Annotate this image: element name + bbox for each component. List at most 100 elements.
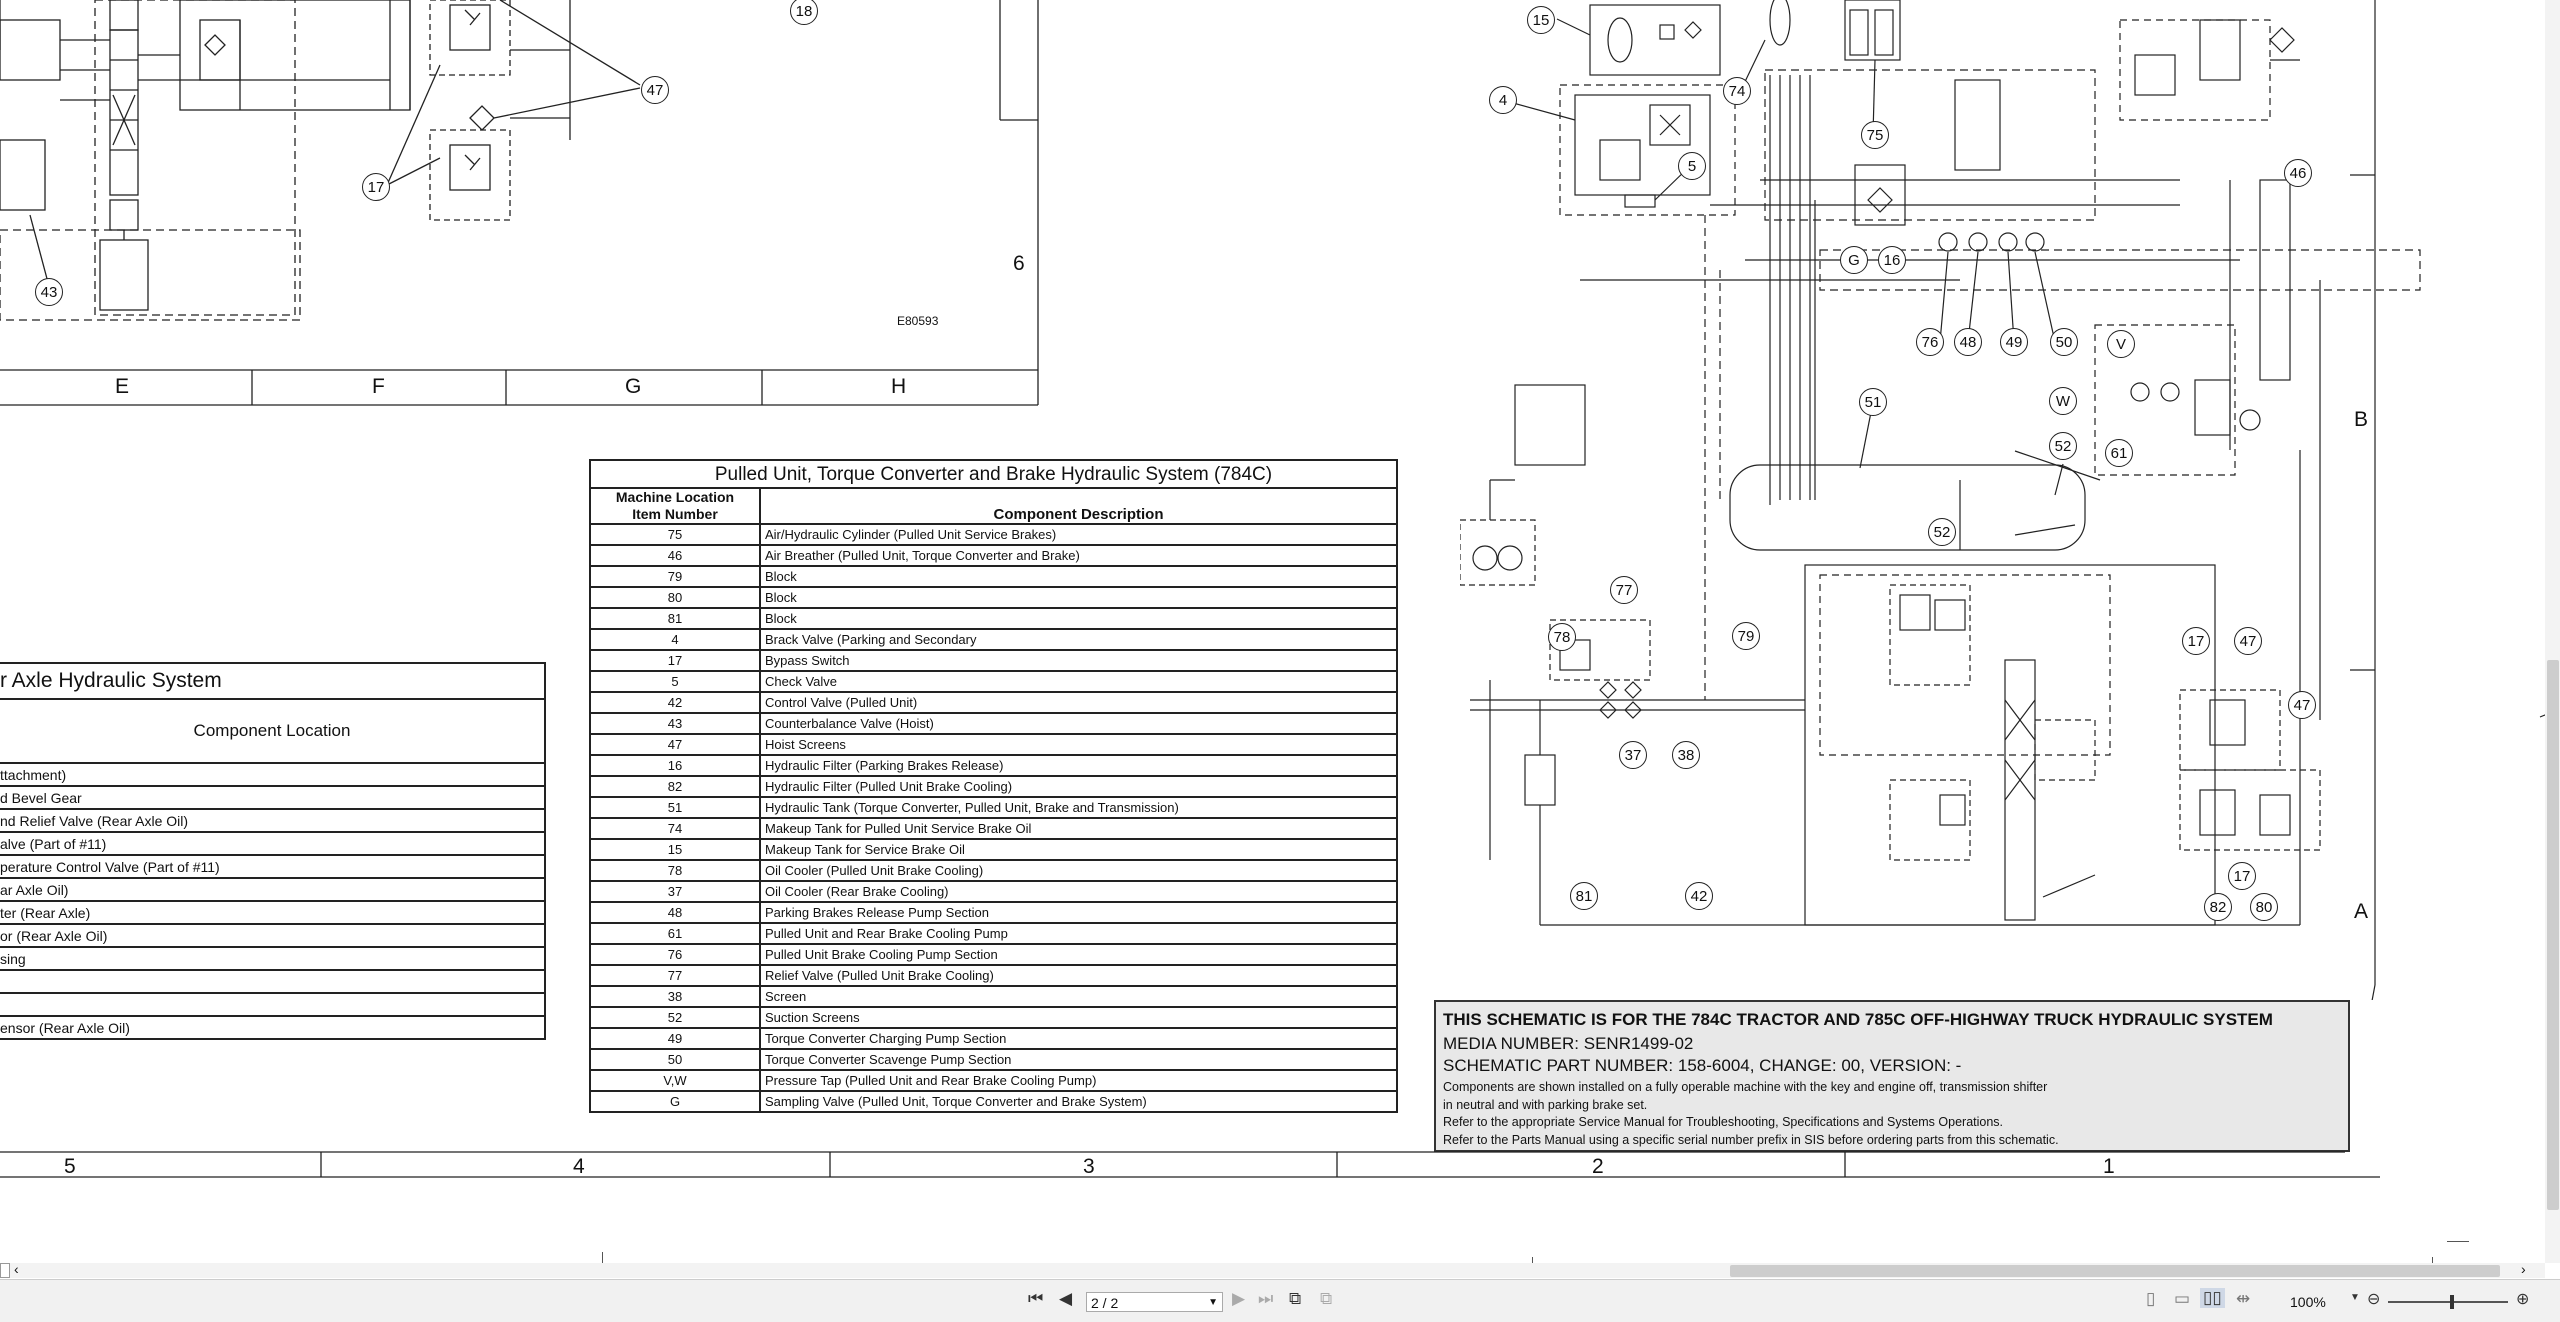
first-page-icon[interactable]: ⏮	[1028, 1289, 1043, 1309]
table-row: 79 Block	[589, 566, 1398, 588]
callout-75: 75	[1861, 121, 1889, 149]
component-description-cell: Hoist Screens	[759, 734, 1398, 756]
component-description-cell: Block	[759, 608, 1398, 630]
vertical-scrollbar[interactable]	[2545, 0, 2560, 1263]
item-number-cell: 4	[589, 629, 761, 651]
horizontal-scroll-thumb[interactable]	[1730, 1265, 2500, 1277]
item-number-cell: 48	[589, 902, 761, 924]
component-description-cell: Parking Brakes Release Pump Section	[759, 902, 1398, 924]
component-description-cell: Screen	[759, 986, 1398, 1008]
callout-5: 5	[1678, 152, 1706, 180]
component-description-cell: Air/Hydraulic Cylinder (Pulled Unit Serv…	[759, 524, 1398, 546]
callout-49: 49	[2000, 328, 2028, 356]
table-row: 16 Hydraulic Filter (Parking Brakes Relea…	[589, 755, 1398, 777]
item-number-cell: 78	[589, 860, 761, 882]
table-row: 48 Parking Brakes Release Pump Section	[589, 902, 1398, 924]
axle-table-cell: alve (Part of #11)	[0, 832, 546, 856]
callout-16: 16	[1878, 246, 1906, 274]
schematic-drawing-left	[0, 0, 1039, 406]
item-number-cell: 81	[589, 608, 761, 630]
axle-table-cell: ttachment)	[0, 763, 546, 787]
table-row: V,W Pressure Tap (Pulled Unit and Rear Br…	[589, 1070, 1398, 1092]
item-number-cell: 82	[589, 776, 761, 798]
callout-47-b: 47	[2234, 627, 2262, 655]
rear-axle-component-table: r Axle Hydraulic System Component Locati…	[0, 662, 546, 1040]
table-row: 76 Pulled Unit Brake Cooling Pump Section	[589, 944, 1398, 966]
bottom-zone-border	[0, 1151, 2380, 1178]
zoom-slider-handle[interactable]	[2450, 1295, 2454, 1309]
component-description-cell: Pulled Unit and Rear Brake Cooling Pump	[759, 923, 1398, 945]
item-number-cell: 42	[589, 692, 761, 714]
callout-47: 47	[641, 76, 669, 104]
next-page-icon[interactable]: ▶	[1232, 1289, 1245, 1309]
single-page-view-icon[interactable]: ▯	[2146, 1289, 2155, 1309]
zone-label-3: 3	[1083, 1155, 1095, 1178]
zoom-slider[interactable]	[2388, 1295, 2508, 1309]
notes-line: Refer to the appropriate Service Manual …	[1443, 1115, 2004, 1129]
copy-disabled-icon[interactable]: ⧉	[1320, 1289, 1332, 1309]
table-row: 52 Suction Screens	[589, 1007, 1398, 1029]
callout-38: 38	[1672, 741, 1700, 769]
table-row: 43 Counterbalance Valve (Hoist)	[589, 713, 1398, 735]
continuous-view-icon[interactable]: ▭	[2174, 1289, 2190, 1309]
table-row: 42 Control Valve (Pulled Unit)	[589, 692, 1398, 714]
component-description-cell: Hydraulic Tank (Torque Converter, Pulled…	[759, 797, 1398, 819]
item-number-cell: 5	[589, 671, 761, 693]
page-indicator: 2 / 2	[1091, 1295, 1119, 1311]
zone-label-2: 2	[1592, 1155, 1604, 1178]
component-description-cell: Counterbalance Valve (Hoist)	[759, 713, 1398, 735]
zone-label-f: F	[372, 375, 385, 398]
table-row: 78 Oil Cooler (Pulled Unit Brake Cooling)	[589, 860, 1398, 882]
table-row: 61 Pulled Unit and Rear Brake Cooling Pum…	[589, 923, 1398, 945]
axle-table-cell: sing	[0, 947, 546, 971]
horizontal-scrollbar[interactable]: ‹ ›	[0, 1261, 2545, 1278]
component-description-cell: Makeup Tank for Service Brake Oil	[759, 839, 1398, 861]
table-row: 51 Hydraulic Tank (Torque Converter, Pull…	[589, 797, 1398, 819]
scroll-left-arrow[interactable]: ‹	[14, 1261, 19, 1277]
component-table-title: Pulled Unit, Torque Converter and Brake …	[589, 459, 1398, 489]
zoom-out-icon[interactable]: ⊖	[2367, 1289, 2380, 1309]
callout-46: 46	[2284, 159, 2312, 187]
copy-icon[interactable]: ⧉	[1289, 1289, 1301, 1309]
item-number-cell: 75	[589, 524, 761, 546]
callout-76: 76	[1916, 328, 1944, 356]
drawing-code: E80593	[897, 314, 939, 328]
notes-media-number: MEDIA NUMBER: SENR1499-02	[1443, 1034, 1694, 1053]
callout-79: 79	[1732, 622, 1760, 650]
two-page-view-icon[interactable]: ▯▯	[2200, 1288, 2225, 1308]
component-table-784c: Pulled Unit, Torque Converter and Brake …	[589, 459, 1398, 1113]
component-description-cell: Hydraulic Filter (Pulled Unit Brake Cool…	[759, 776, 1398, 798]
callout-4: 4	[1489, 86, 1517, 114]
callout-w: W	[2049, 387, 2077, 415]
notes-line: Refer to the Parts Manual using a specif…	[1443, 1132, 2059, 1147]
component-description-cell: Control Valve (Pulled Unit)	[759, 692, 1398, 714]
book-view-icon[interactable]: ⇹	[2236, 1289, 2250, 1309]
table-row: 81 Block	[589, 608, 1398, 630]
component-description-cell: Sampling Valve (Pulled Unit, Torque Conv…	[759, 1091, 1398, 1113]
last-page-icon[interactable]: ⏭	[1258, 1289, 1273, 1309]
callout-15: 15	[1527, 6, 1555, 34]
callout-80: 80	[2250, 893, 2278, 921]
page-number-input[interactable]: 2 / 2 ▼	[1086, 1292, 1223, 1312]
scroll-corner	[0, 1263, 10, 1278]
callout-74: 74	[1723, 77, 1751, 105]
chevron-down-icon[interactable]: ▼	[1208, 1293, 1218, 1313]
item-number-cell: 16	[589, 755, 761, 777]
zoom-in-icon[interactable]: ⊕	[2516, 1289, 2529, 1309]
table-row: 80 Block	[589, 587, 1398, 609]
previous-page-icon[interactable]: ◀	[1059, 1289, 1072, 1309]
zoom-level[interactable]: 100%	[2290, 1294, 2326, 1310]
callout-78: 78	[1548, 623, 1576, 651]
zone-label-g: G	[625, 375, 642, 398]
table-row: 75 Air/Hydraulic Cylinder (Pulled Unit Se…	[589, 524, 1398, 546]
scroll-right-arrow[interactable]: ›	[2521, 1261, 2526, 1277]
table-row: 17 Bypass Switch	[589, 650, 1398, 672]
notes-line: Components are shown installed on a full…	[1443, 1080, 2048, 1094]
divider-tick	[2447, 1241, 2469, 1242]
item-number-cell: 80	[589, 587, 761, 609]
table-row: 38 Screen	[589, 986, 1398, 1008]
component-description-cell: Check Valve	[759, 671, 1398, 693]
item-number-cell: 46	[589, 545, 761, 567]
vertical-scroll-thumb[interactable]	[2547, 660, 2559, 1210]
zoom-dropdown-icon[interactable]: ▼	[2350, 1292, 2360, 1303]
